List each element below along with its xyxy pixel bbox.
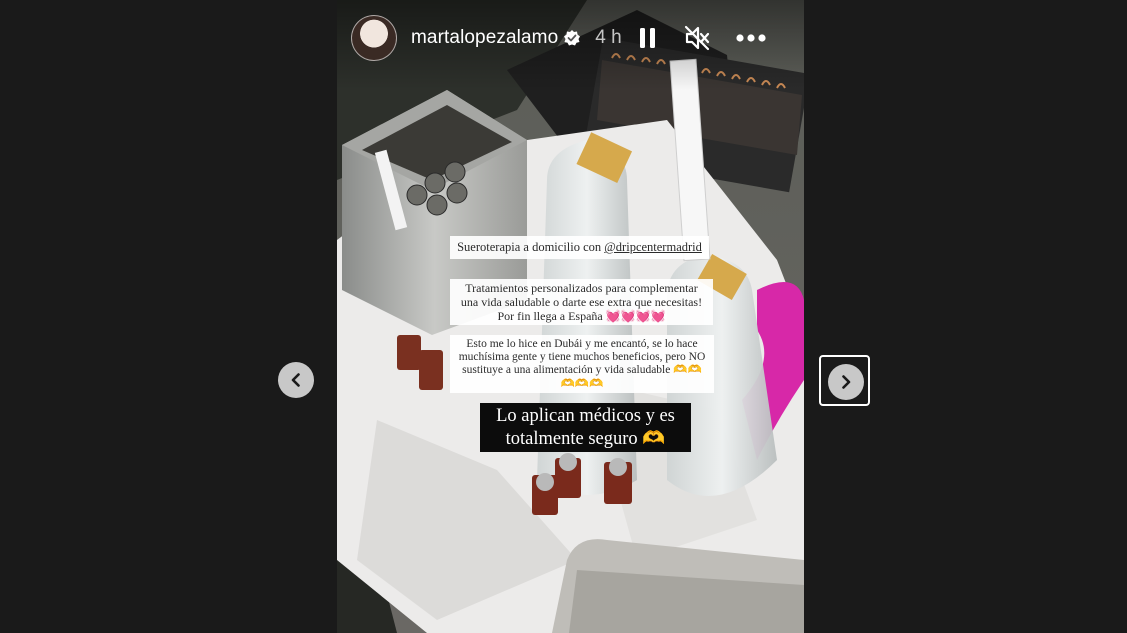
previous-story-button[interactable]	[278, 362, 314, 398]
more-options-icon	[736, 34, 766, 42]
verified-badge-icon	[563, 29, 581, 47]
pause-icon	[639, 28, 655, 48]
next-story-button[interactable]	[828, 364, 864, 400]
story-viewer: martalopezalamo 4 h Sueroterapia a domic…	[0, 0, 1127, 633]
caption-intro: Sueroterapia a domicilio con @dripcenter…	[450, 236, 709, 259]
story-timestamp: 4 h	[595, 27, 622, 48]
story-header: martalopezalamo 4 h	[351, 14, 791, 62]
chevron-left-icon	[291, 373, 300, 387]
caption-highlight: Lo aplican médicos y es totalmente segur…	[480, 403, 691, 452]
mute-button[interactable]	[682, 23, 712, 53]
story-frame[interactable]: martalopezalamo 4 h Sueroterapia a domic…	[337, 0, 804, 633]
caption-intro-text: Sueroterapia a domicilio con	[457, 240, 605, 254]
speaker-muted-icon	[684, 25, 709, 51]
caption-dubai: Esto me lo hice en Dubái y me encantó, s…	[450, 335, 714, 393]
more-options-button[interactable]	[734, 24, 768, 52]
username[interactable]: martalopezalamo	[411, 27, 558, 49]
caption-treatments: Tratamientos personalizados para complem…	[450, 279, 713, 325]
chevron-right-icon	[842, 375, 851, 389]
avatar[interactable]	[351, 15, 397, 61]
mention-link[interactable]: @dripcentermadrid	[604, 240, 702, 254]
pause-button[interactable]	[636, 24, 660, 52]
next-story-focus-ring	[819, 355, 870, 406]
